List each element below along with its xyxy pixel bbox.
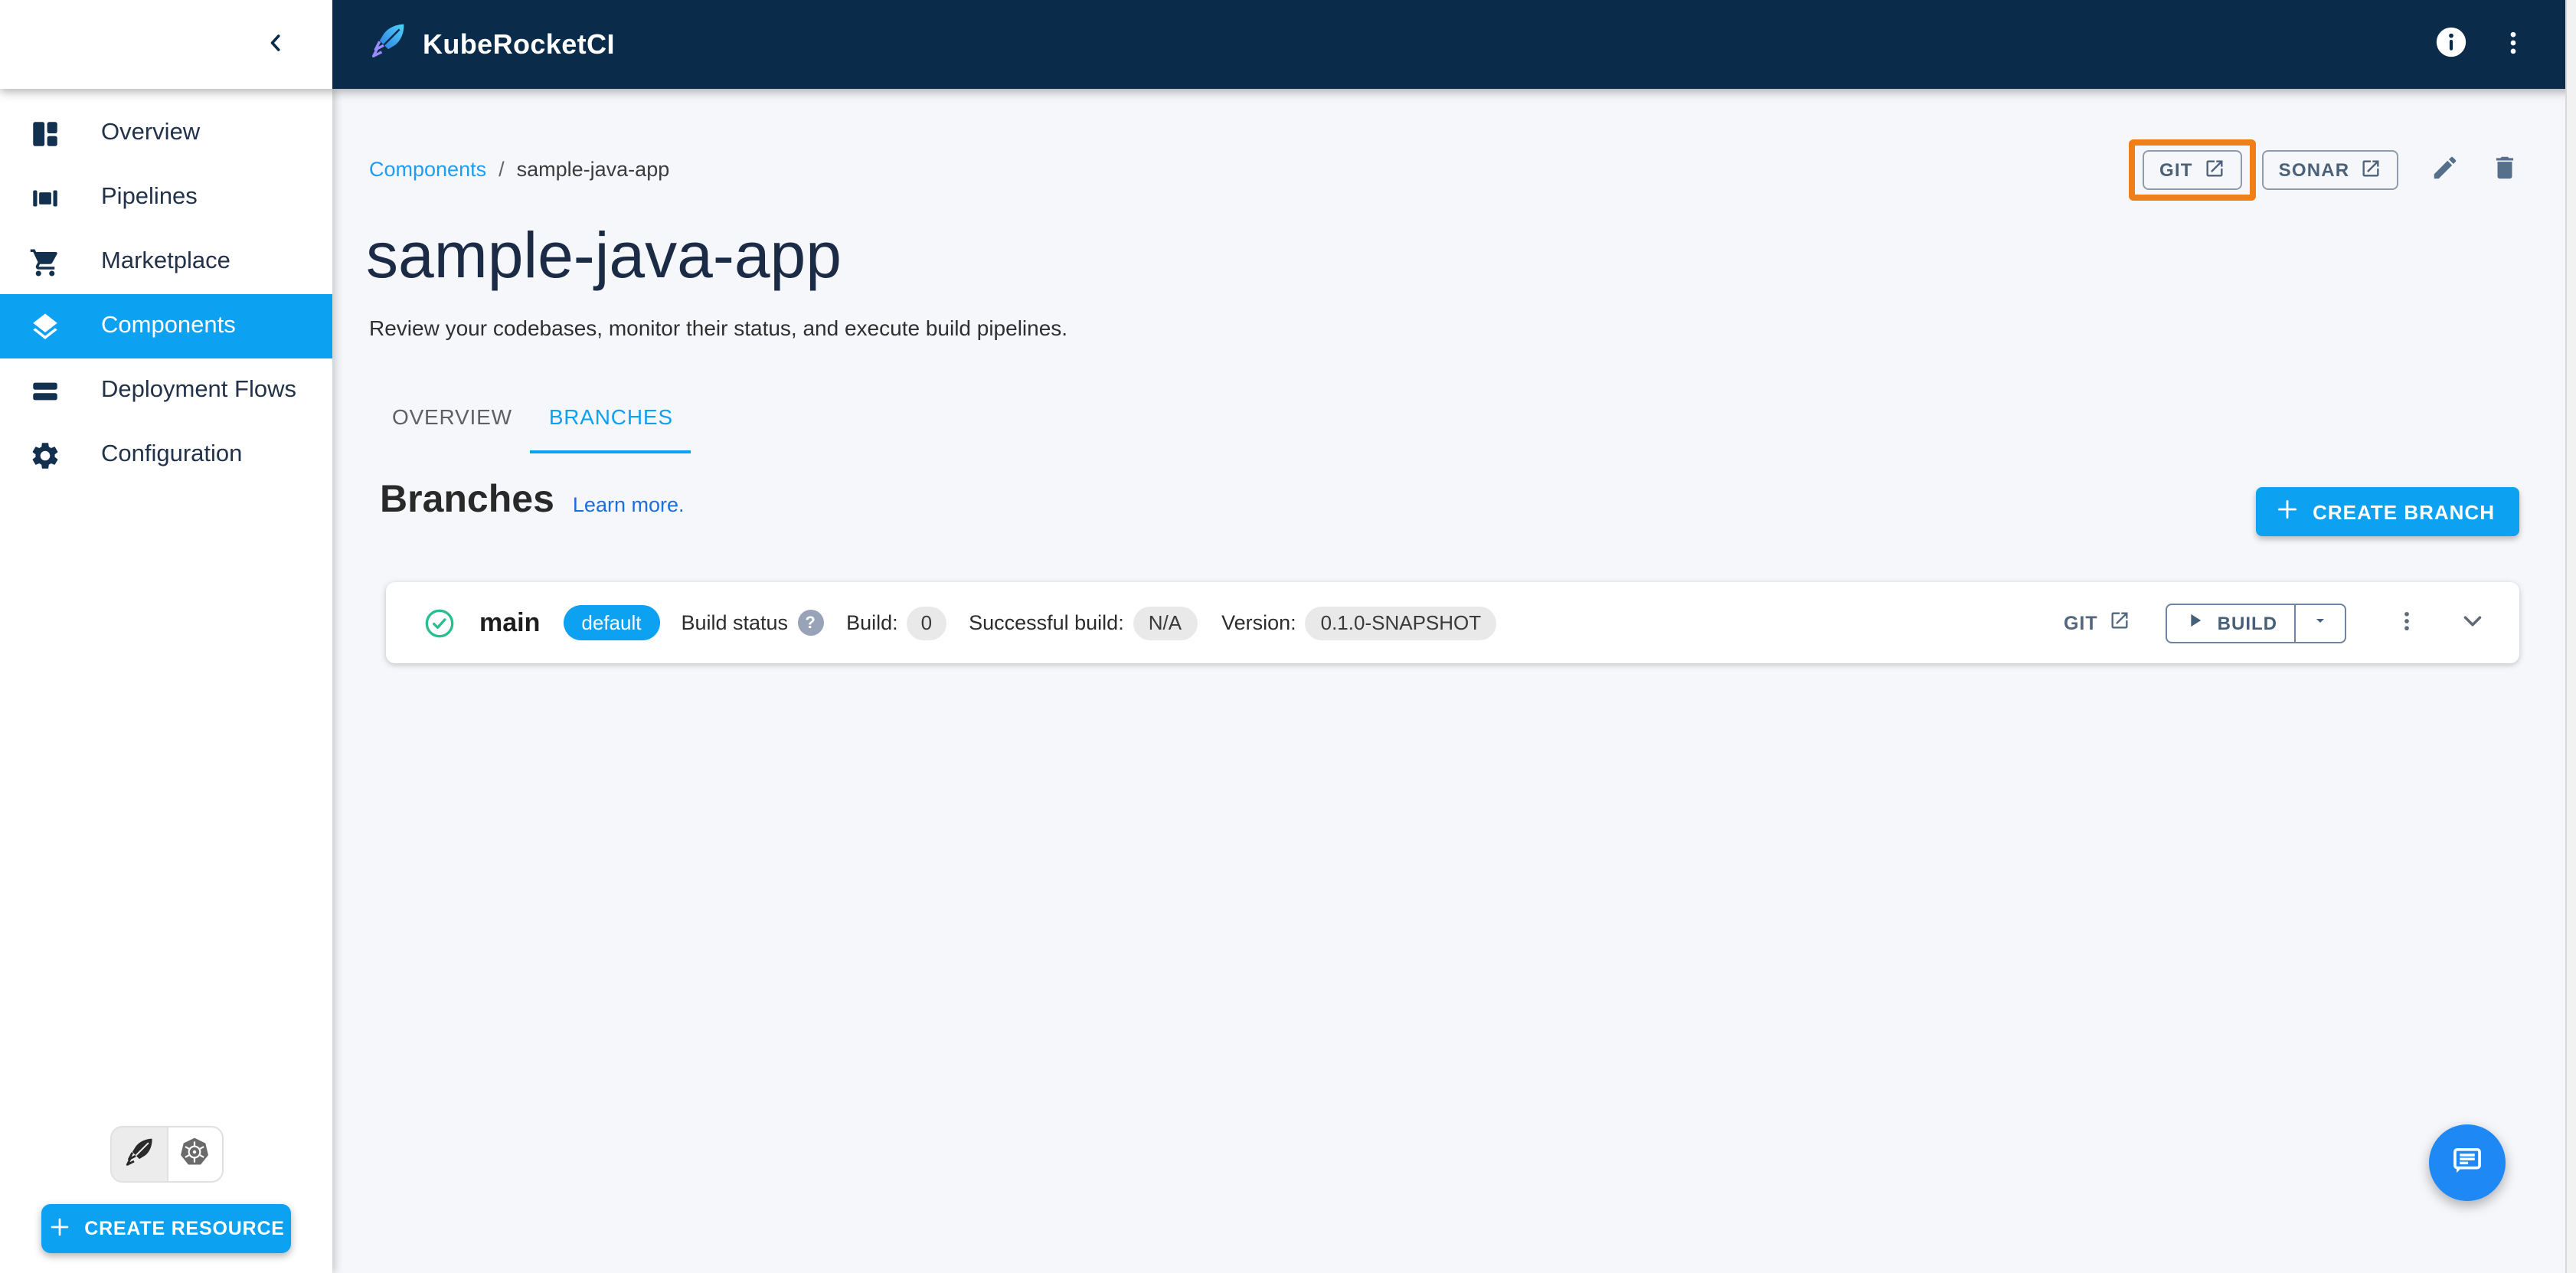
branch-expand-button[interactable] bbox=[2453, 604, 2490, 641]
page-subtitle: Review your codebases, monitor their sta… bbox=[369, 316, 1068, 340]
kuberocketci-view-toggle[interactable] bbox=[112, 1127, 168, 1181]
create-branch-label: CREATE BRANCH bbox=[2313, 500, 2495, 523]
create-resource-label: CREATE RESOURCE bbox=[84, 1218, 285, 1239]
info-button[interactable] bbox=[2432, 26, 2469, 63]
sidebar-item-deployment-flows[interactable]: Deployment Flows bbox=[0, 358, 332, 423]
sonar-button[interactable]: SONAR bbox=[2261, 150, 2399, 190]
tab-bar: OVERVIEW BRANCHES bbox=[374, 380, 691, 453]
sidebar-item-label: Deployment Flows bbox=[101, 377, 296, 403]
breadcrumb-separator: / bbox=[499, 158, 505, 181]
branch-menu-button[interactable] bbox=[2388, 604, 2424, 641]
page-scrollbar[interactable] bbox=[2565, 0, 2576, 1273]
sidebar: Overview Pipelines Marketplace Component… bbox=[0, 89, 332, 1273]
kubernetes-view-toggle[interactable] bbox=[168, 1127, 222, 1181]
chat-bubble-icon bbox=[2447, 1140, 2487, 1185]
sidebar-item-label: Configuration bbox=[101, 441, 243, 467]
git-button-label: GIT bbox=[2159, 159, 2193, 181]
sidebar-item-label: Pipelines bbox=[101, 184, 198, 210]
sidebar-item-marketplace[interactable]: Marketplace bbox=[0, 230, 332, 294]
default-branch-chip: default bbox=[563, 605, 660, 640]
shopping-cart-icon bbox=[26, 244, 63, 280]
branch-name: main bbox=[479, 607, 541, 636]
view-mode-toggle bbox=[110, 1126, 224, 1183]
kebab-menu-icon bbox=[2393, 607, 2419, 638]
successful-build-label: Successful build: bbox=[969, 611, 1124, 634]
chevron-left-icon bbox=[262, 28, 289, 61]
pencil-icon bbox=[2430, 153, 2459, 187]
gear-icon bbox=[26, 437, 63, 473]
play-icon bbox=[2184, 610, 2205, 636]
breadcrumb: Components / sample-java-app bbox=[369, 158, 669, 181]
chat-fab-button[interactable] bbox=[2429, 1124, 2506, 1201]
kubernetes-wheel-icon bbox=[178, 1135, 212, 1173]
kuberocketci-logo-icon bbox=[368, 20, 409, 69]
caret-down-icon bbox=[2311, 611, 2329, 634]
sidebar-item-components[interactable]: Components bbox=[0, 294, 332, 358]
build-split-button: BUILD bbox=[2165, 603, 2346, 643]
tab-overview[interactable]: OVERVIEW bbox=[374, 380, 531, 453]
build-options-button[interactable] bbox=[2294, 604, 2345, 641]
external-link-icon bbox=[2109, 610, 2130, 636]
sidebar-item-label: Overview bbox=[101, 119, 201, 146]
chevron-down-icon bbox=[2457, 606, 2486, 640]
sidebar-collapse-button[interactable] bbox=[257, 26, 294, 63]
brand: KubeRocketCI bbox=[368, 0, 615, 89]
build-status-label: Build status bbox=[681, 611, 789, 634]
dashboard-icon bbox=[26, 115, 63, 152]
breadcrumb-components-link[interactable]: Components bbox=[369, 158, 486, 181]
version-chip: 0.1.0-SNAPSHOT bbox=[1305, 606, 1497, 640]
tab-branches[interactable]: BRANCHES bbox=[530, 380, 691, 453]
main-content: Components / sample-java-app GIT SONAR s… bbox=[332, 89, 2576, 1273]
layers-icon bbox=[26, 308, 63, 345]
build-count-chip: 0 bbox=[907, 606, 946, 640]
pipelines-icon bbox=[26, 179, 63, 216]
app-root: KubeRocketCI Overview Pipelines Marketpl… bbox=[0, 0, 2576, 1273]
delete-button[interactable] bbox=[2484, 150, 2524, 190]
sidebar-item-overview[interactable]: Overview bbox=[0, 101, 332, 165]
app-bar: KubeRocketCI bbox=[0, 0, 2576, 89]
build-button[interactable]: BUILD bbox=[2167, 604, 2294, 641]
sonar-button-label: SONAR bbox=[2278, 159, 2350, 181]
sidebar-item-pipelines[interactable]: Pipelines bbox=[0, 165, 332, 230]
sidebar-item-configuration[interactable]: Configuration bbox=[0, 423, 332, 487]
kebab-menu-icon bbox=[2498, 27, 2529, 62]
sidebar-item-label: Marketplace bbox=[101, 248, 230, 274]
git-link-label: GIT bbox=[2063, 612, 2098, 633]
sidebar-header bbox=[0, 0, 332, 89]
annotation-highlight-box: GIT bbox=[2129, 139, 2256, 201]
sidebar-nav: Overview Pipelines Marketplace Component… bbox=[0, 89, 332, 487]
component-actions: GIT SONAR bbox=[2129, 139, 2524, 201]
build-count-label: Build: bbox=[846, 611, 898, 634]
feather-rocket-icon bbox=[123, 1135, 156, 1173]
external-link-icon bbox=[2204, 157, 2225, 183]
status-success-icon bbox=[424, 607, 455, 638]
breadcrumb-current: sample-java-app bbox=[516, 158, 670, 181]
learn-more-link[interactable]: Learn more. bbox=[573, 493, 685, 516]
branches-section-header: Branches Learn more. bbox=[380, 478, 685, 522]
app-menu-button[interactable] bbox=[2495, 26, 2532, 63]
branch-git-link[interactable]: GIT bbox=[2064, 610, 2130, 636]
app-title: KubeRocketCI bbox=[423, 28, 615, 59]
deployment-flows-icon bbox=[26, 372, 63, 409]
plus-icon bbox=[47, 1214, 72, 1243]
help-icon[interactable]: ? bbox=[797, 610, 824, 636]
app-bar-main: KubeRocketCI bbox=[332, 0, 2576, 89]
branch-row-actions: GIT BUILD bbox=[2064, 603, 2490, 643]
page-title: sample-java-app bbox=[366, 219, 842, 291]
build-button-label: BUILD bbox=[2217, 612, 2277, 633]
successful-build-chip: N/A bbox=[1133, 606, 1198, 640]
branch-row-main: main default Build status ? Build: 0 Suc… bbox=[386, 582, 2519, 663]
sidebar-item-label: Components bbox=[101, 313, 236, 339]
external-link-icon bbox=[2360, 157, 2381, 183]
version-label: Version: bbox=[1221, 611, 1296, 634]
trash-icon bbox=[2489, 153, 2519, 187]
git-button[interactable]: GIT bbox=[2143, 150, 2242, 190]
plus-icon bbox=[2274, 496, 2300, 527]
create-branch-button[interactable]: CREATE BRANCH bbox=[2256, 487, 2519, 536]
create-resource-button[interactable]: CREATE RESOURCE bbox=[41, 1204, 291, 1253]
section-title: Branches bbox=[380, 478, 554, 521]
info-icon bbox=[2433, 25, 2468, 64]
edit-button[interactable] bbox=[2424, 150, 2464, 190]
